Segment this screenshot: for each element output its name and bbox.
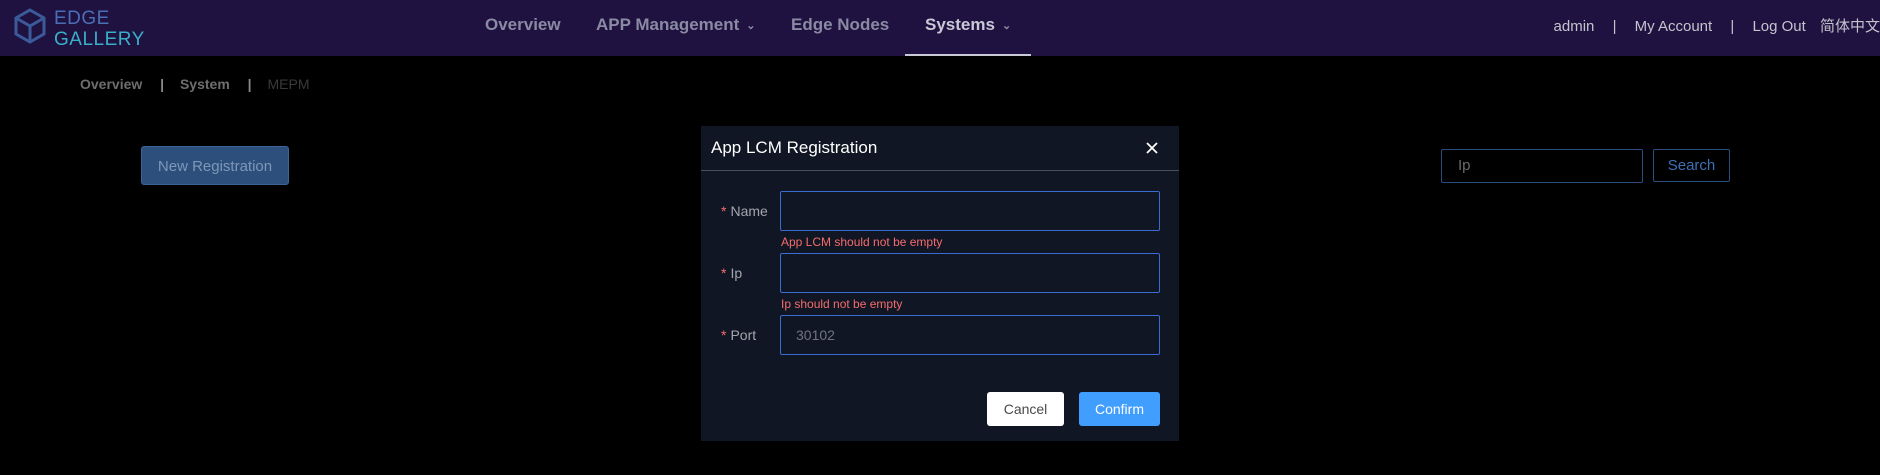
breadcrumb-separator: |: [160, 76, 165, 92]
nav-item-systems[interactable]: Systems ⌄: [904, 0, 1032, 56]
breadcrumb-separator: |: [247, 76, 252, 92]
nav-item-edge-nodes[interactable]: Edge Nodes: [791, 0, 889, 56]
name-field[interactable]: [780, 191, 1160, 231]
edgegallery-logo[interactable]: EDGE GALLERY: [14, 6, 144, 50]
logo-text-line1: EDGE: [54, 8, 110, 29]
nav-item-label: APP Management: [596, 15, 740, 34]
search-input[interactable]: Ip: [1441, 149, 1643, 183]
nav-item-app-management[interactable]: APP Management ⌄: [596, 0, 756, 56]
dialog-title: App LCM Registration: [711, 138, 878, 157]
port-label-text: Port: [730, 327, 757, 343]
name-label: * Name: [721, 203, 768, 219]
cube-logo-icon: [14, 8, 46, 44]
logout-link[interactable]: Log Out: [1752, 0, 1805, 54]
close-icon[interactable]: [1144, 140, 1160, 156]
breadcrumb-system[interactable]: System: [180, 76, 230, 92]
chevron-down-icon: ⌄: [1001, 20, 1012, 32]
nav-item-label: Systems: [925, 15, 995, 34]
dialog-divider: [701, 170, 1179, 171]
divider: |: [1730, 18, 1735, 35]
app-lcm-registration-dialog: App LCM Registration * Name App LCM shoul…: [701, 126, 1179, 441]
required-mark: *: [721, 203, 727, 219]
breadcrumb: Overview | System | MEPM: [80, 76, 309, 92]
logo-text: EDGE GALLERY: [54, 8, 145, 50]
nav-item-label: Overview: [485, 15, 561, 34]
username[interactable]: admin: [1554, 0, 1595, 54]
breadcrumb-overview[interactable]: Overview: [80, 76, 142, 92]
ip-error: Ip should not be empty: [781, 297, 903, 311]
new-registration-button[interactable]: New Registration: [141, 146, 289, 185]
name-label-text: Name: [730, 203, 768, 219]
user-links: admin | My Account | Log Out 简体中文: [1554, 0, 1880, 56]
port-field[interactable]: 30102: [780, 315, 1160, 355]
breadcrumb-mepm: MEPM: [267, 76, 310, 92]
top-header: EDGE GALLERY Overview APP Management ⌄ Ed…: [0, 0, 1880, 56]
ip-field[interactable]: [780, 253, 1160, 293]
required-mark: *: [721, 327, 727, 343]
language-switch[interactable]: 简体中文: [1820, 0, 1880, 54]
search-button[interactable]: Search: [1653, 149, 1730, 182]
logo-text-line2: GALLERY: [54, 29, 145, 50]
chevron-down-icon: ⌄: [746, 20, 756, 32]
ip-label-text: Ip: [730, 265, 743, 281]
port-label: * Port: [721, 327, 756, 343]
ip-label: * Ip: [721, 265, 742, 281]
confirm-button[interactable]: Confirm: [1079, 392, 1160, 426]
nav-item-overview[interactable]: Overview: [485, 0, 561, 56]
name-error: App LCM should not be empty: [781, 235, 943, 249]
divider: |: [1612, 18, 1617, 35]
cancel-button[interactable]: Cancel: [987, 392, 1064, 426]
required-mark: *: [721, 265, 727, 281]
nav-item-label: Edge Nodes: [791, 15, 890, 34]
my-account-link[interactable]: My Account: [1635, 0, 1713, 54]
